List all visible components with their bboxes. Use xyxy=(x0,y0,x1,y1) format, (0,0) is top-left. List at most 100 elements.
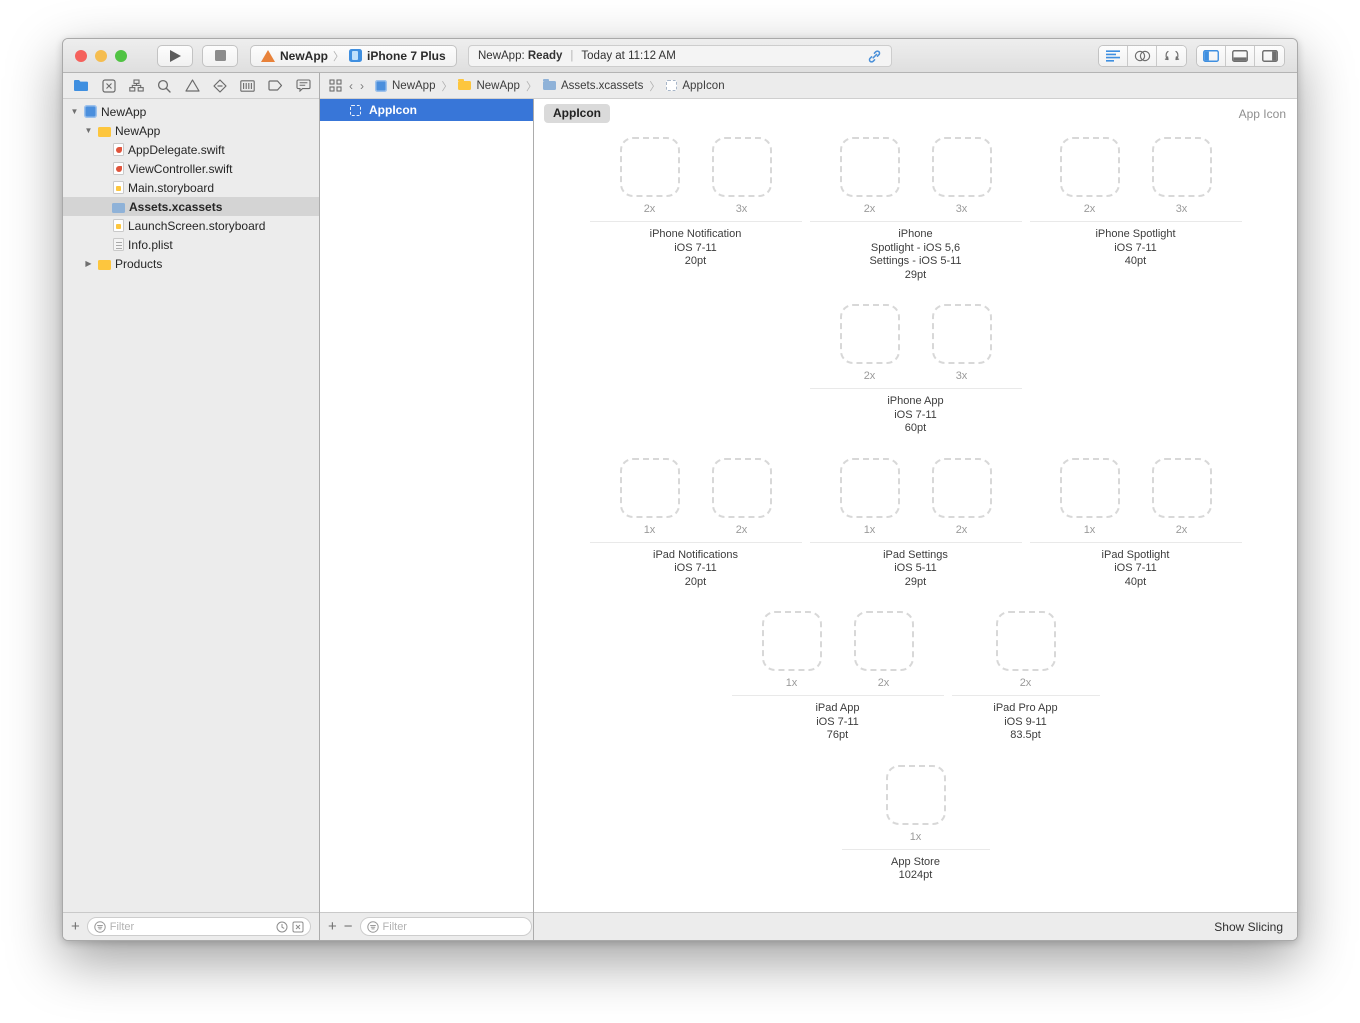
asset-filter-input[interactable] xyxy=(383,921,525,933)
tree-item-label: NewApp xyxy=(101,105,146,119)
device-icon xyxy=(349,49,362,62)
icon-slot-ipad-spotlight-1x[interactable] xyxy=(1060,458,1120,518)
tree-item-newapp[interactable]: ▼ NewApp xyxy=(63,121,319,140)
set-name-chip[interactable]: AppIcon xyxy=(544,104,610,123)
icon-slot-iphone-notification-3x[interactable] xyxy=(712,137,772,197)
navigator-pane: ▼ NewApp ▼ NewApp AppDelegate.swiftViewContr… xyxy=(63,73,319,940)
navigator-iconbar xyxy=(63,73,319,99)
stop-button[interactable] xyxy=(202,45,238,67)
run-icon xyxy=(170,50,181,62)
disclosure-triangle-icon[interactable]: ▶ xyxy=(83,259,94,268)
icon-slot-app-store-1x[interactable] xyxy=(886,765,946,825)
run-button[interactable] xyxy=(157,45,193,67)
icon-group-iphone-notification: 2x3xiPhone NotificationiOS 7-1120pt xyxy=(590,137,802,282)
tree-item-viewcontroller-swift[interactable]: ViewController.swift xyxy=(63,159,319,178)
navigator-filter-input[interactable] xyxy=(110,921,272,933)
tree-item-label: Products xyxy=(115,257,162,271)
assistant-editor-button[interactable] xyxy=(1128,46,1157,66)
remove-asset-button[interactable]: − xyxy=(344,919,353,934)
zoom-icon[interactable] xyxy=(115,50,127,62)
version-editor-button[interactable] xyxy=(1157,46,1186,66)
tree-item-launchscreen-storyboard[interactable]: LaunchScreen.storyboard xyxy=(63,216,319,235)
link-icon[interactable] xyxy=(867,49,882,64)
scale-label: 2x xyxy=(864,203,876,215)
toggle-inspector-button[interactable] xyxy=(1255,46,1284,66)
breadcrumb-item-appicon[interactable]: AppIcon xyxy=(666,80,724,92)
search-icon xyxy=(157,79,171,93)
symbol-navigator-tab[interactable] xyxy=(129,79,144,92)
breadcrumb-item-newapp[interactable]: NewApp xyxy=(375,80,435,92)
toggle-debug-area-button[interactable] xyxy=(1226,46,1255,66)
asset-set-rows: AppIcon xyxy=(320,99,533,912)
breadcrumb-item-newapp[interactable]: NewApp xyxy=(458,80,519,92)
close-icon[interactable] xyxy=(75,50,87,62)
group-caption: iPad AppiOS 7-1176pt xyxy=(815,702,859,743)
breadcrumb-item-assets-xcassets[interactable]: Assets.xcassets xyxy=(543,80,643,92)
icon-slot-ipad-app-1x[interactable] xyxy=(762,611,822,671)
back-button[interactable]: ‹ xyxy=(349,79,353,93)
icon-slot-ipad-settings-1x[interactable] xyxy=(840,458,900,518)
xcode-window: NewApp 〉 iPhone 7 Plus NewApp: Ready | T… xyxy=(62,38,1298,941)
add-file-button[interactable]: + xyxy=(71,919,80,934)
tree-item-appdelegate-swift[interactable]: AppDelegate.swift xyxy=(63,140,319,159)
navigator-filter-field[interactable] xyxy=(87,917,311,936)
scheme-selector[interactable]: NewApp 〉 iPhone 7 Plus xyxy=(250,45,457,67)
minimize-icon[interactable] xyxy=(95,50,107,62)
forward-button[interactable]: › xyxy=(360,79,364,93)
group-caption: App Store1024pt xyxy=(891,856,940,883)
icon-slot-iphone-notification-2x[interactable] xyxy=(620,137,680,197)
icon-slot-iphone-spotlight-2x[interactable] xyxy=(1060,137,1120,197)
icon-slot-ipad-app-2x[interactable] xyxy=(854,611,914,671)
toggle-navigator-button[interactable] xyxy=(1197,46,1226,66)
icon-slot-ipad-settings-2x[interactable] xyxy=(932,458,992,518)
navigator-panel-icon xyxy=(1203,50,1219,62)
show-slicing-button[interactable]: Show Slicing xyxy=(1214,920,1283,934)
issue-navigator-tab[interactable] xyxy=(185,79,200,92)
scheme-name: NewApp xyxy=(280,49,328,63)
icon-slot-ipad-notifications-2x[interactable] xyxy=(712,458,772,518)
tree-item-assets-xcassets[interactable]: Assets.xcassets xyxy=(63,197,319,216)
icon-slot-ipad-notifications-1x[interactable] xyxy=(620,458,680,518)
add-asset-button[interactable]: + xyxy=(328,919,337,934)
tree-item-main-storyboard[interactable]: Main.storyboard xyxy=(63,178,319,197)
asset-set-item-appicon[interactable]: AppIcon xyxy=(320,99,533,121)
asset-set-list: AppIcon + − xyxy=(320,99,533,940)
find-navigator-tab[interactable] xyxy=(157,79,171,93)
disclosure-triangle-icon[interactable]: ▼ xyxy=(69,107,80,116)
related-items-icon[interactable] xyxy=(329,79,342,92)
tree-item-info-plist[interactable]: Info.plist xyxy=(63,235,319,254)
tree-item-newapp[interactable]: ▼ NewApp xyxy=(63,102,319,121)
tree-item-label: NewApp xyxy=(115,124,160,138)
icon-group-ipad-settings: 1x2xiPad SettingsiOS 5-1129pt xyxy=(810,458,1022,590)
dashed-icon xyxy=(666,80,677,91)
asset-filter-field[interactable] xyxy=(360,917,532,936)
scale-label: 1x xyxy=(910,831,922,843)
asset-catalog-icon xyxy=(112,203,125,213)
icon-slot-iphone-app-2x[interactable] xyxy=(840,304,900,364)
source-control-navigator-tab[interactable] xyxy=(102,79,116,93)
project-navigator-tab[interactable] xyxy=(73,79,89,92)
report-navigator-tab[interactable] xyxy=(296,79,311,92)
set-type-label: App Icon xyxy=(1239,107,1286,121)
breakpoint-navigator-tab[interactable] xyxy=(268,80,283,91)
source-control-filter-icon[interactable] xyxy=(292,921,304,933)
icon-slot-ipad-pro-app-2x[interactable] xyxy=(996,611,1056,671)
clock-icon[interactable] xyxy=(276,921,288,933)
tree-item-products[interactable]: ▶ Products xyxy=(63,254,319,273)
scale-label: 2x xyxy=(878,677,890,689)
window-controls xyxy=(75,50,127,62)
project-icon xyxy=(84,105,97,118)
icon-slot-iphone-spotlight-3x[interactable] xyxy=(1152,137,1212,197)
standard-editor-button[interactable] xyxy=(1099,46,1128,66)
group-caption: iPad SettingsiOS 5-1129pt xyxy=(883,549,948,590)
icon-slot-iphone-3x[interactable] xyxy=(932,137,992,197)
test-navigator-tab[interactable] xyxy=(213,79,227,93)
scheme-device: iPhone 7 Plus xyxy=(367,49,446,63)
icon-slot-iphone-2x[interactable] xyxy=(840,137,900,197)
debug-navigator-tab[interactable] xyxy=(240,80,255,92)
icon-slot-iphone-app-3x[interactable] xyxy=(932,304,992,364)
disclosure-triangle-icon[interactable]: ▼ xyxy=(83,126,94,135)
group-divider xyxy=(590,542,802,543)
group-divider xyxy=(842,849,990,850)
icon-slot-ipad-spotlight-2x[interactable] xyxy=(1152,458,1212,518)
